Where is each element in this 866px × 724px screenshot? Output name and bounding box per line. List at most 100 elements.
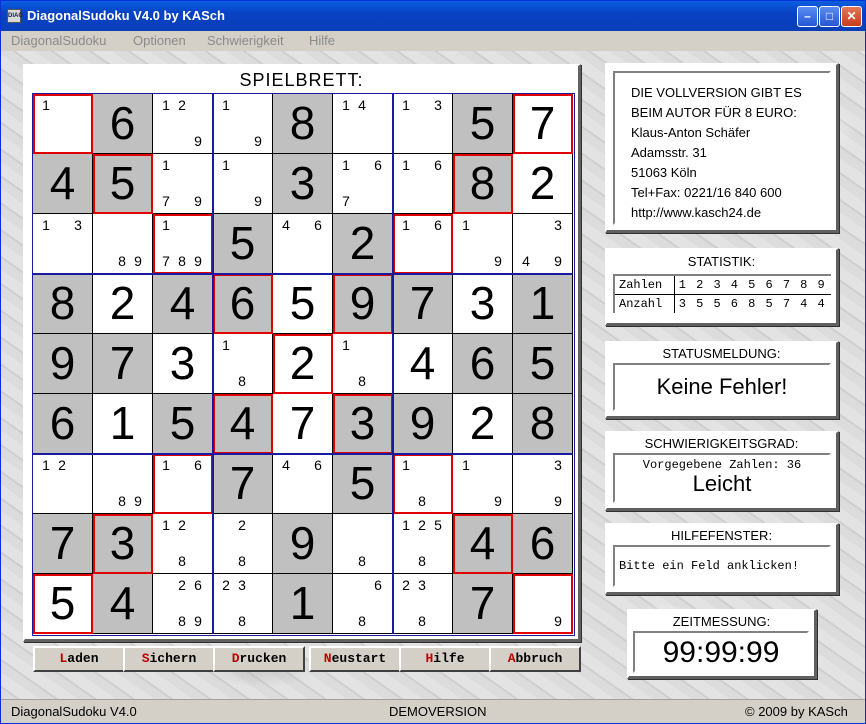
minimize-button[interactable]: – (797, 6, 818, 27)
sudoku-cell[interactable]: 18 (213, 334, 273, 394)
sudoku-cell[interactable]: 19 (453, 454, 513, 514)
sudoku-cell[interactable]: 1 7 9 (153, 154, 213, 214)
sudoku-cell[interactable]: 7 (393, 274, 453, 334)
sudoku-cell[interactable]: 19 (453, 214, 513, 274)
sudoku-cell[interactable]: 3 (453, 274, 513, 334)
close-button[interactable]: ✕ (841, 6, 862, 27)
sudoku-cell[interactable]: 1 (33, 94, 93, 154)
sudoku-cell[interactable]: 2 (513, 154, 573, 214)
sudoku-cell[interactable]: 4 (153, 274, 213, 334)
sudoku-cell[interactable]: 1789 (153, 214, 213, 274)
sudoku-cell[interactable]: 4 (33, 154, 93, 214)
sudoku-cell[interactable]: 8 (33, 274, 93, 334)
abbruch-button[interactable]: Abbruch (489, 646, 581, 672)
sudoku-cell[interactable]: 2 (453, 394, 513, 454)
sudoku-cell[interactable]: 3 4 9 (513, 214, 573, 274)
sudoku-cell[interactable]: 16 (153, 454, 213, 514)
sudoku-cell[interactable]: 5 (453, 94, 513, 154)
menu-schwierigkeit[interactable]: Schwierigkeit (207, 31, 284, 51)
sudoku-cell[interactable]: 46 (273, 214, 333, 274)
sudoku-cell[interactable]: 4 (213, 394, 273, 454)
sudoku-cell[interactable]: 3 (333, 394, 393, 454)
sudoku-cell[interactable]: 7 (93, 334, 153, 394)
sudoku-cell[interactable]: 16 (393, 154, 453, 214)
sudoku-cell[interactable]: 4 (453, 514, 513, 574)
sudoku-cell[interactable]: 125 8 (393, 514, 453, 574)
candidate-number: 3 (238, 577, 246, 593)
sudoku-cell[interactable]: 14 (333, 94, 393, 154)
sudoku-cell[interactable]: 7 (33, 514, 93, 574)
given-count: Vorgegebene Zahlen: 36 (642, 458, 802, 472)
sudoku-cell[interactable]: 19 (213, 94, 273, 154)
menu-optionen[interactable]: Optionen (133, 31, 186, 51)
sudoku-cell[interactable]: 9 (333, 274, 393, 334)
sudoku-cell[interactable]: 5 (93, 154, 153, 214)
sudoku-cell[interactable]: 8 (273, 94, 333, 154)
sudoku-cell[interactable]: 39 (513, 454, 573, 514)
sudoku-cell[interactable]: 2 (93, 274, 153, 334)
sudoku-cell[interactable]: 7 (453, 574, 513, 634)
sudoku-cell[interactable]: 89 (93, 214, 153, 274)
menu-hilfe[interactable]: Hilfe (309, 31, 335, 51)
hilfe-button[interactable]: Hilfe (399, 646, 491, 672)
sudoku-cell[interactable]: 6 (33, 394, 93, 454)
sudoku-cell[interactable]: 1 (93, 394, 153, 454)
sudoku-cell[interactable]: 13 (33, 214, 93, 274)
sudoku-cell[interactable]: 5 (153, 394, 213, 454)
sudoku-cell[interactable]: 3 (153, 334, 213, 394)
sudoku-cell[interactable]: 28 (213, 514, 273, 574)
sudoku-cell[interactable]: 9 (273, 514, 333, 574)
sudoku-cell[interactable]: 26 89 (153, 574, 213, 634)
sudoku-cell[interactable]: 4 (393, 334, 453, 394)
sudoku-cell[interactable]: 9 (513, 574, 573, 634)
sudoku-cell[interactable]: 6 (513, 514, 573, 574)
sudoku-cell[interactable]: 23 8 (393, 574, 453, 634)
sudoku-cell[interactable]: 3 (273, 154, 333, 214)
sudoku-cell[interactable]: 6 (93, 94, 153, 154)
drucken-button[interactable]: Drucken (213, 646, 305, 672)
sudoku-cell[interactable]: 8 (453, 154, 513, 214)
sudoku-cell[interactable]: 13 (393, 94, 453, 154)
sudoku-cell[interactable]: 4 (93, 574, 153, 634)
laden-button[interactable]: Laden (33, 646, 125, 672)
sudoku-cell[interactable]: 19 (213, 154, 273, 214)
sudoku-cell[interactable]: 3 (93, 514, 153, 574)
cell-value: 7 (469, 577, 496, 629)
sudoku-cell[interactable]: 5 (33, 574, 93, 634)
sudoku-cell[interactable]: 2 (273, 334, 333, 394)
sudoku-cell[interactable]: 18 (333, 334, 393, 394)
sudoku-cell[interactable]: 5 (213, 214, 273, 274)
candidate-number: 6 (314, 217, 322, 233)
neustart-button[interactable]: Neustart (309, 646, 401, 672)
sudoku-cell[interactable]: 8 (333, 514, 393, 574)
sudoku-cell[interactable]: 12 (33, 454, 93, 514)
sudoku-cell[interactable]: 46 (273, 454, 333, 514)
sudoku-cell[interactable]: 1 (273, 574, 333, 634)
menu-diagonalsudoku[interactable]: DiagonalSudoku (11, 31, 106, 51)
sudoku-cell[interactable]: 5 (273, 274, 333, 334)
sichern-button[interactable]: Sichern (123, 646, 215, 672)
sudoku-cell[interactable]: 12 8 (153, 514, 213, 574)
sudoku-cell[interactable]: 6 (213, 274, 273, 334)
cell-value: 3 (109, 517, 136, 569)
sudoku-cell[interactable]: 8 (513, 394, 573, 454)
sudoku-cell[interactable]: 89 (93, 454, 153, 514)
sudoku-cell[interactable]: 2 (333, 214, 393, 274)
title-bar[interactable]: DIAG DiagonalSudoku V4.0 by KASch – □ ✕ (1, 1, 865, 31)
sudoku-cell[interactable]: 7 (513, 94, 573, 154)
sudoku-cell[interactable]: 68 (333, 574, 393, 634)
sudoku-cell[interactable]: 5 (513, 334, 573, 394)
sudoku-cell[interactable]: 1 6 7 (333, 154, 393, 214)
sudoku-cell[interactable]: 18 (393, 454, 453, 514)
sudoku-cell[interactable]: 16 (393, 214, 453, 274)
sudoku-cell[interactable]: 9 (33, 334, 93, 394)
sudoku-cell[interactable]: 1 (513, 274, 573, 334)
sudoku-cell[interactable]: 23 8 (213, 574, 273, 634)
maximize-button[interactable]: □ (819, 6, 840, 27)
sudoku-cell[interactable]: 5 (333, 454, 393, 514)
sudoku-cell[interactable]: 12 9 (153, 94, 213, 154)
sudoku-cell[interactable]: 7 (213, 454, 273, 514)
sudoku-cell[interactable]: 6 (453, 334, 513, 394)
sudoku-cell[interactable]: 9 (393, 394, 453, 454)
sudoku-cell[interactable]: 7 (273, 394, 333, 454)
